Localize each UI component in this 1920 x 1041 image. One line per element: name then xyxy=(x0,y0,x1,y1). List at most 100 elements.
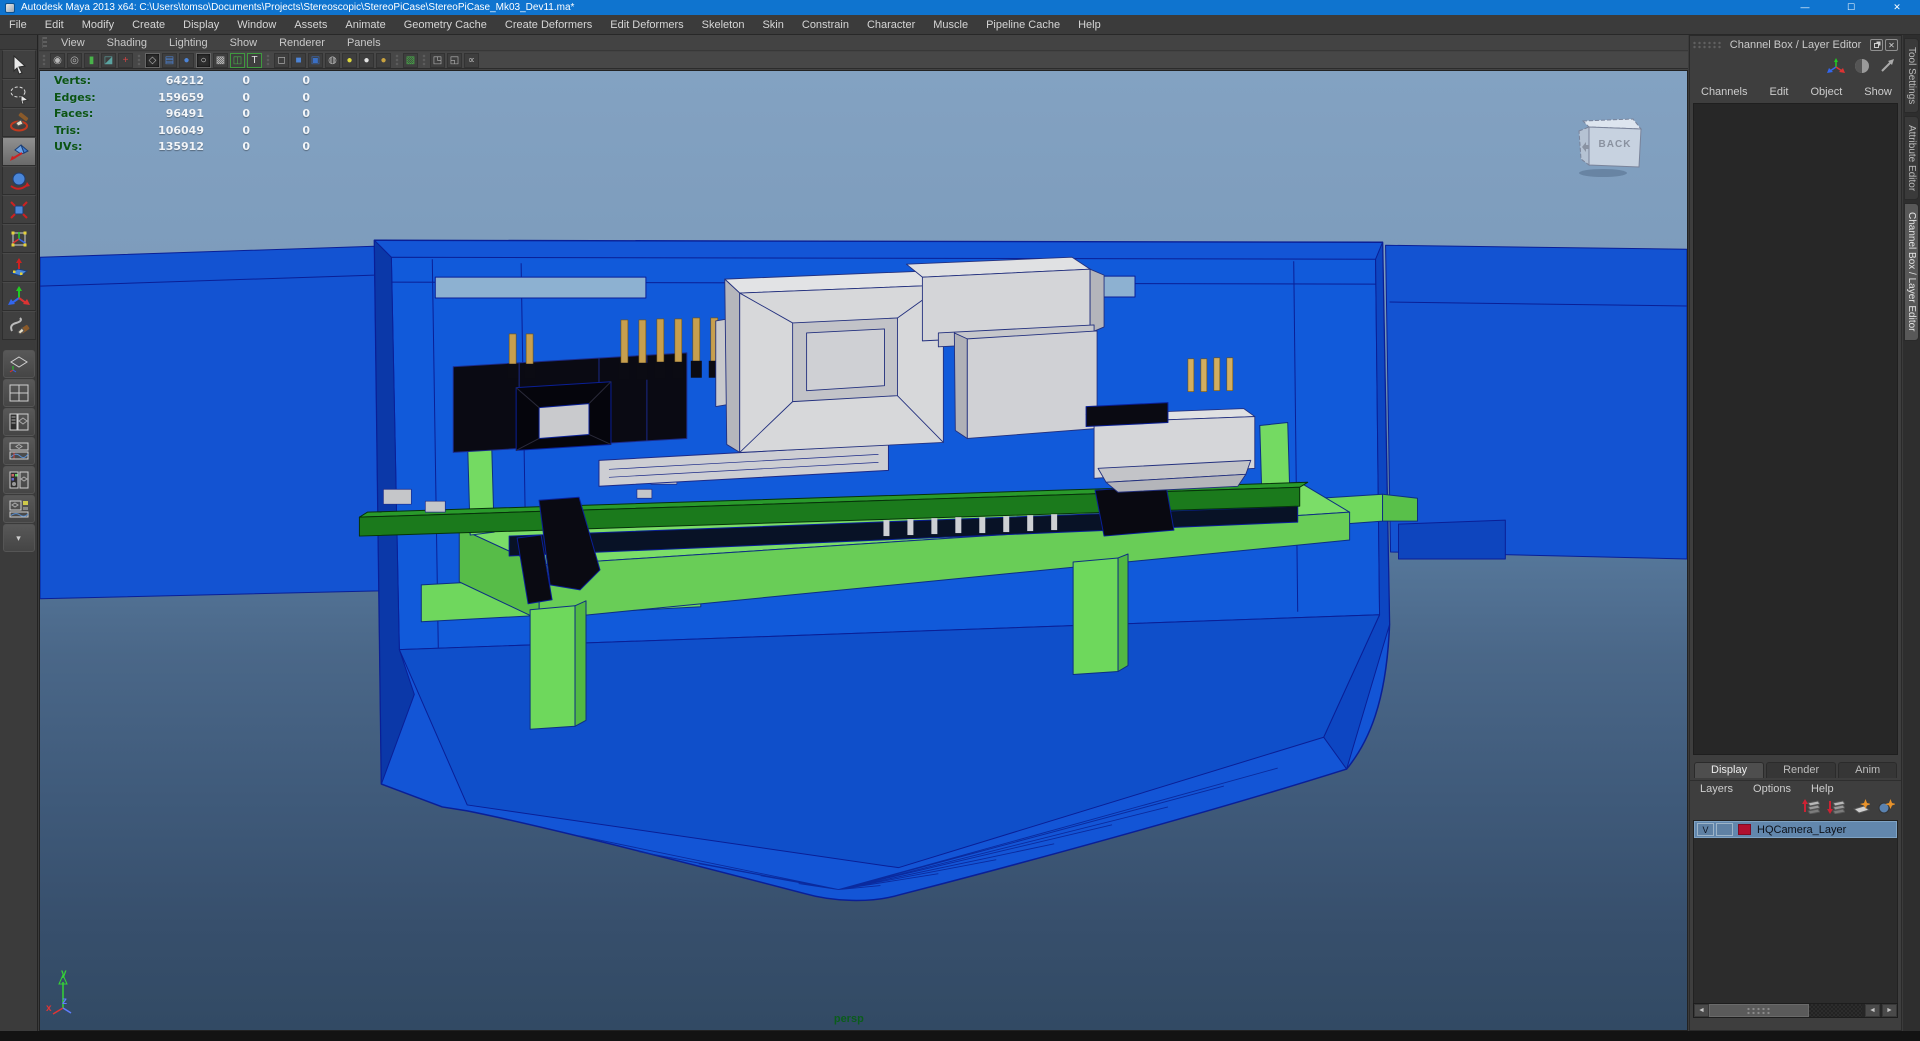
menu-skin[interactable]: Skin xyxy=(753,15,792,35)
xray-mode-icon[interactable]: ▩ xyxy=(213,53,228,68)
share-view-icon[interactable]: ∝ xyxy=(464,53,479,68)
menu-channels[interactable]: Channels xyxy=(1690,86,1758,98)
menu-create[interactable]: Create xyxy=(123,15,174,35)
panel-menu-show[interactable]: Show xyxy=(219,37,269,49)
layout-persp-graph-button[interactable] xyxy=(3,437,35,465)
checkered-sphere-icon[interactable]: ◍ xyxy=(325,53,340,68)
layer-display-type-toggle[interactable] xyxy=(1716,823,1733,836)
create-layer-from-selected-icon[interactable] xyxy=(1877,799,1895,814)
page-right-button[interactable]: ► xyxy=(1882,1004,1897,1017)
layout-single-pane-button[interactable] xyxy=(3,350,35,378)
menu-pipeline-cache[interactable]: Pipeline Cache xyxy=(977,15,1069,35)
shaded-mode-icon[interactable]: ● xyxy=(179,53,194,68)
menu-file[interactable]: File xyxy=(0,15,36,35)
channel-box-empty-area[interactable] xyxy=(1693,103,1898,755)
all-lights-icon[interactable]: ● xyxy=(376,53,391,68)
scale-tool[interactable] xyxy=(2,195,36,224)
panel-menu-panels[interactable]: Panels xyxy=(336,37,392,49)
camera-attributes-icon[interactable]: ◎ xyxy=(67,53,82,68)
menu-window[interactable]: Window xyxy=(228,15,285,35)
close-button[interactable]: ✕ xyxy=(1874,0,1920,15)
move-layer-down-icon[interactable] xyxy=(1827,799,1845,814)
no-lights-icon[interactable]: ● xyxy=(342,53,357,68)
menu-edit-channels[interactable]: Edit xyxy=(1758,86,1799,98)
menu-layer-help[interactable]: Help xyxy=(1801,783,1844,795)
layer-scrollbar[interactable]: ◄ ◄ ► xyxy=(1693,1003,1898,1018)
panel-menu-grip[interactable] xyxy=(42,37,47,48)
menu-layers[interactable]: Layers xyxy=(1690,783,1743,795)
tab-render[interactable]: Render xyxy=(1766,762,1836,778)
menu-display[interactable]: Display xyxy=(174,15,228,35)
menu-create-deformers[interactable]: Create Deformers xyxy=(496,15,601,35)
panel-drag-grip[interactable] xyxy=(1692,41,1722,49)
panel-float-button[interactable] xyxy=(1870,39,1883,51)
layer-row-hqcamera[interactable]: V HQCamera_Layer xyxy=(1694,821,1897,838)
menu-modify[interactable]: Modify xyxy=(73,15,123,35)
layer-visibility-toggle[interactable]: V xyxy=(1697,823,1714,836)
layout-outliner-persp-button[interactable] xyxy=(3,408,35,436)
lasso-tool[interactable] xyxy=(2,79,36,108)
wireframe-on-shaded-icon[interactable]: ◫ xyxy=(230,53,245,68)
tab-tool-settings[interactable]: Tool Settings xyxy=(1904,38,1919,113)
scrollbar-track[interactable] xyxy=(1809,1004,1862,1017)
maximize-button[interactable]: ☐ xyxy=(1828,0,1874,15)
move-layer-up-icon[interactable] xyxy=(1802,799,1820,814)
menu-object[interactable]: Object xyxy=(1799,86,1853,98)
minimize-button[interactable]: — xyxy=(1782,0,1828,15)
flat-shaded-icon[interactable]: ○ xyxy=(196,53,211,68)
image-plane-icon[interactable]: ◪ xyxy=(101,53,116,68)
layout-persp-multi-button[interactable] xyxy=(3,495,35,523)
slider-arrow-icon[interactable] xyxy=(1879,58,1895,74)
default-light-icon[interactable]: ● xyxy=(359,53,374,68)
layer-name[interactable]: HQCamera_Layer xyxy=(1757,824,1846,836)
tab-attribute-editor[interactable]: Attribute Editor xyxy=(1904,116,1919,200)
selection-preview-icon[interactable]: ▧ xyxy=(403,53,418,68)
layout-more-button[interactable]: ▾ xyxy=(3,524,35,552)
rotate-tool[interactable] xyxy=(2,166,36,195)
textured-cube-icon[interactable]: ▣ xyxy=(308,53,323,68)
page-left-button[interactable]: ◄ xyxy=(1865,1004,1880,1017)
layer-list[interactable]: V HQCamera_Layer xyxy=(1693,820,1898,1010)
layout-hypershade-persp-button[interactable] xyxy=(3,466,35,494)
scroll-left-button[interactable]: ◄ xyxy=(1694,1004,1709,1017)
menu-geometry-cache[interactable]: Geometry Cache xyxy=(395,15,496,35)
menu-muscle[interactable]: Muscle xyxy=(924,15,977,35)
menu-assets[interactable]: Assets xyxy=(285,15,336,35)
menu-help[interactable]: Help xyxy=(1069,15,1110,35)
layout-four-pane-button[interactable] xyxy=(3,379,35,407)
viewport-canvas[interactable]: Verts: 64212 0 0 Edges: 159659 0 0 Faces… xyxy=(39,70,1688,1031)
menu-show[interactable]: Show xyxy=(1853,86,1903,98)
menu-edit-deformers[interactable]: Edit Deformers xyxy=(601,15,692,35)
multi-view-icon[interactable]: ◱ xyxy=(447,53,462,68)
shaded-cube-icon[interactable]: ■ xyxy=(291,53,306,68)
soft-modification-tool[interactable] xyxy=(2,253,36,282)
bookmarks-icon[interactable]: ▮ xyxy=(84,53,99,68)
tab-anim[interactable]: Anim xyxy=(1838,762,1897,778)
speed-dial-icon[interactable] xyxy=(1854,58,1870,74)
wireframe-mode-icon[interactable]: ◇ xyxy=(145,53,160,68)
film-gate-icon[interactable]: ▤ xyxy=(162,53,177,68)
view-cube-face-text[interactable]: BACK xyxy=(1595,139,1635,150)
show-manipulator-tool[interactable] xyxy=(2,282,36,311)
panel-menu-renderer[interactable]: Renderer xyxy=(268,37,336,49)
isolate-select-icon[interactable]: ◳ xyxy=(430,53,445,68)
menu-character[interactable]: Character xyxy=(858,15,924,35)
tab-channel-box-layer-editor[interactable]: Channel Box / Layer Editor xyxy=(1904,203,1919,341)
manipulator-axis-icon[interactable] xyxy=(1827,58,1845,74)
panel-menu-lighting[interactable]: Lighting xyxy=(158,37,219,49)
menu-skeleton[interactable]: Skeleton xyxy=(693,15,754,35)
menu-options[interactable]: Options xyxy=(1743,783,1801,795)
create-empty-layer-icon[interactable] xyxy=(1852,799,1870,814)
2d-pan-zoom-icon[interactable]: + xyxy=(118,53,133,68)
camera-bookmark-icon[interactable]: ◉ xyxy=(50,53,65,68)
select-tool[interactable] xyxy=(2,50,36,79)
paint-selection-tool[interactable] xyxy=(2,108,36,137)
panel-menu-view[interactable]: View xyxy=(50,37,96,49)
tab-display[interactable]: Display xyxy=(1694,762,1764,778)
use-default-material-icon[interactable]: ◻ xyxy=(274,53,289,68)
layer-color-swatch[interactable] xyxy=(1738,824,1751,835)
menu-constrain[interactable]: Constrain xyxy=(793,15,858,35)
panel-menu-shading[interactable]: Shading xyxy=(96,37,158,49)
scrollbar-thumb[interactable] xyxy=(1709,1004,1809,1017)
move-tool[interactable] xyxy=(2,137,36,166)
